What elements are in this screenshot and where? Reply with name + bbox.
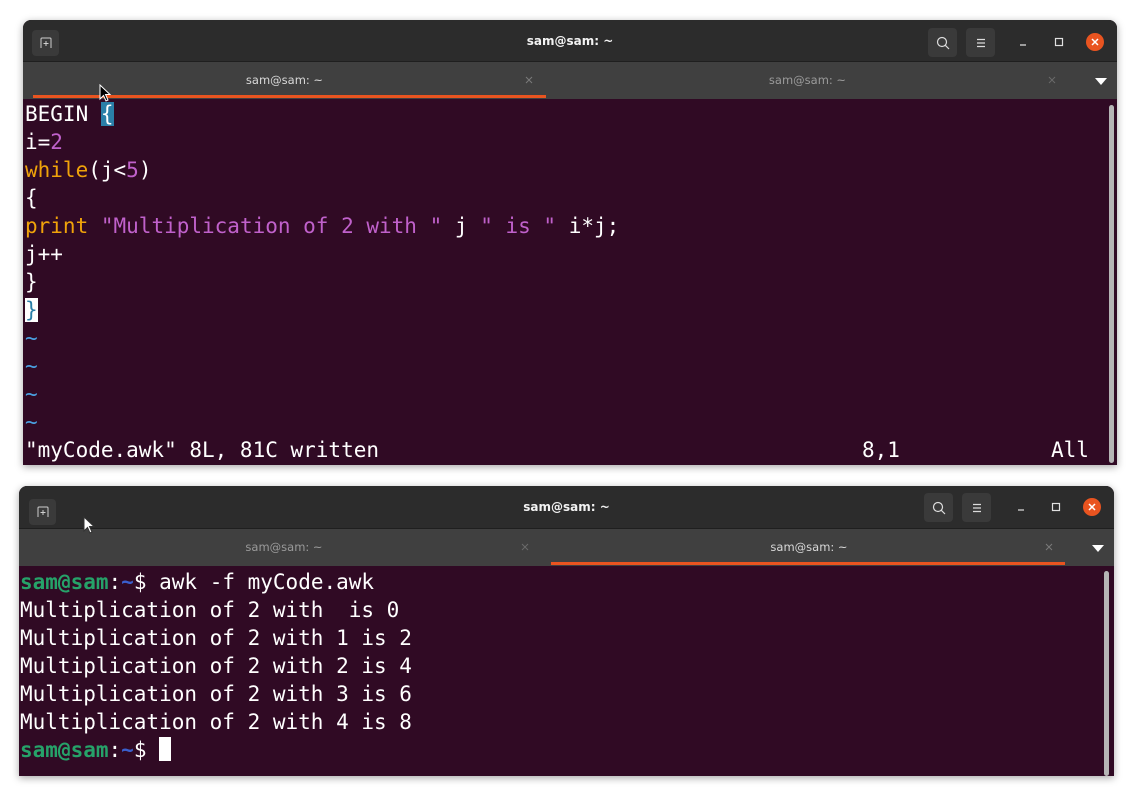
terminal-output-area[interactable]: sam@sam:~$ awk -f myCode.awk Multiplicat… <box>19 566 1114 776</box>
prompt-user: sam@sam <box>20 738 109 762</box>
text-cursor <box>159 737 172 761</box>
keyword-token: print <box>25 214 89 238</box>
code-token: i= <box>25 130 51 154</box>
close-window-button[interactable] <box>1086 33 1104 51</box>
output-line: Multiplication of 2 with 4 is 8 <box>20 710 412 734</box>
bracket-match-highlight: } <box>25 298 38 322</box>
terminal-window-editor: sam@sam: ~ sam@sam: ~ sam@sam: ~ ~ ~ ~ ~}} j… <box>23 20 1117 465</box>
mouse-pointer-icon <box>83 516 96 534</box>
command-line: sam@sam:~$ awk -f myCode.awk <box>20 568 374 596</box>
tab-2[interactable]: sam@sam: ~ <box>549 529 1069 566</box>
code-token: ~ <box>25 382 38 406</box>
empty-line-marker: ~ <box>25 408 38 436</box>
number-token: 5 <box>126 158 139 182</box>
tabs-dropdown-icon[interactable] <box>1092 543 1104 553</box>
maximize-icon <box>1054 37 1064 47</box>
prompt-symbol: $ <box>133 570 160 594</box>
output-line: Multiplication of 2 with is 0 <box>20 598 400 622</box>
hamburger-menu-icon <box>976 38 985 47</box>
vim-scroll-indicator: All <box>1051 438 1089 462</box>
minimize-button[interactable] <box>1014 33 1032 51</box>
header-bar: sam@sam: ~ <box>19 486 1114 529</box>
search-icon <box>932 501 945 514</box>
tab-close-icon[interactable] <box>523 74 535 86</box>
scrollbar[interactable] <box>1109 105 1114 463</box>
code-token: i*j; <box>556 214 620 238</box>
header-bar: sam@sam: ~ <box>23 20 1117 62</box>
minimize-button[interactable] <box>1012 498 1030 516</box>
maximize-button[interactable] <box>1050 33 1068 51</box>
bracket-match-highlight: { <box>100 102 114 126</box>
close-window-button[interactable] <box>1083 498 1101 516</box>
prompt-separator: : <box>108 570 122 594</box>
prompt-path: ~ <box>121 570 134 594</box>
search-button[interactable] <box>924 493 953 522</box>
maximize-button[interactable] <box>1047 498 1065 516</box>
menu-button[interactable] <box>962 493 991 522</box>
code-token: ~ <box>25 326 38 350</box>
tab-2[interactable]: sam@sam: ~ <box>546 62 1069 99</box>
tab-label: sam@sam: ~ <box>770 540 848 554</box>
output-line: Multiplication of 2 with 1 is 2 <box>20 626 412 650</box>
prompt-path: ~ <box>121 738 134 762</box>
code-token: { <box>25 186 38 210</box>
tab-label: sam@sam: ~ <box>768 73 847 87</box>
code-token: (j< <box>88 158 127 182</box>
tabs-dropdown-icon[interactable] <box>1095 76 1107 86</box>
code-token: BEGIN <box>25 102 101 126</box>
maximize-icon <box>1051 502 1061 512</box>
hamburger-menu-icon <box>972 503 981 512</box>
string-token: "Multiplication of 2 with " <box>100 214 443 238</box>
code-line: print "Multiplication of 2 with " j " is… <box>25 212 619 240</box>
minimize-icon <box>1018 509 1024 511</box>
code-line: } <box>25 268 38 296</box>
vim-status-message: "myCode.awk" 8L, 81C written <box>25 438 380 462</box>
empty-line-marker: ~ <box>25 380 38 408</box>
code-token: ~ <box>25 410 38 434</box>
tab-close-icon[interactable] <box>519 541 531 553</box>
empty-line-marker: ~ <box>25 352 38 380</box>
active-tab-indicator <box>551 562 1065 565</box>
close-icon <box>1091 38 1099 46</box>
tab-close-icon[interactable] <box>1046 74 1058 86</box>
scrollbar[interactable] <box>1104 571 1109 776</box>
close-icon <box>1088 503 1096 511</box>
search-button[interactable] <box>928 28 957 57</box>
string-token: " is " <box>480 214 557 238</box>
empty-line-marker: ~ <box>25 324 38 352</box>
prompt-symbol: $ <box>133 738 160 762</box>
search-icon <box>936 36 949 49</box>
minimize-icon <box>1020 44 1026 46</box>
code-token: j <box>442 214 481 238</box>
output-line: Multiplication of 2 with 3 is 6 <box>20 682 412 706</box>
code-line: while(j<5) <box>25 156 151 184</box>
output-line: Multiplication of 2 with 2 is 4 <box>20 654 412 678</box>
command-text: awk -f myCode.awk <box>159 570 375 594</box>
code-token: ) <box>138 158 152 182</box>
terminal-window-shell: sam@sam: ~ sam@sam: ~ sam@sam: ~ sam@sam… <box>19 486 1114 776</box>
code-line: i=2 <box>25 128 63 156</box>
tab-bar: sam@sam: ~ sam@sam: ~ <box>23 62 1117 99</box>
vim-editor-area[interactable]: ~ ~ ~ ~}} j++ print "Multiplication of 2 with… <box>23 99 1117 465</box>
tab-close-icon[interactable] <box>1043 541 1055 553</box>
code-line: j++ <box>25 240 63 268</box>
code-token: } <box>25 270 38 294</box>
mouse-pointer-icon <box>99 84 112 102</box>
number-token: 2 <box>50 130 63 154</box>
prompt-line[interactable]: sam@sam:~$ <box>20 736 172 764</box>
tab-bar: sam@sam: ~ sam@sam: ~ <box>19 529 1114 566</box>
prompt-separator: : <box>108 738 122 762</box>
vim-cursor-position: 8,1 <box>862 438 900 462</box>
code-line: } <box>25 296 38 324</box>
tab-label: sam@sam: ~ <box>245 540 323 554</box>
keyword-token: while <box>25 158 89 182</box>
menu-button[interactable] <box>966 28 995 57</box>
prompt-user: sam@sam <box>20 570 109 594</box>
code-line: BEGIN { <box>25 100 114 128</box>
code-token: ~ <box>25 354 38 378</box>
code-token: j++ <box>25 242 63 266</box>
code-line: { <box>25 184 38 212</box>
tab-1[interactable]: sam@sam: ~ <box>19 529 549 566</box>
